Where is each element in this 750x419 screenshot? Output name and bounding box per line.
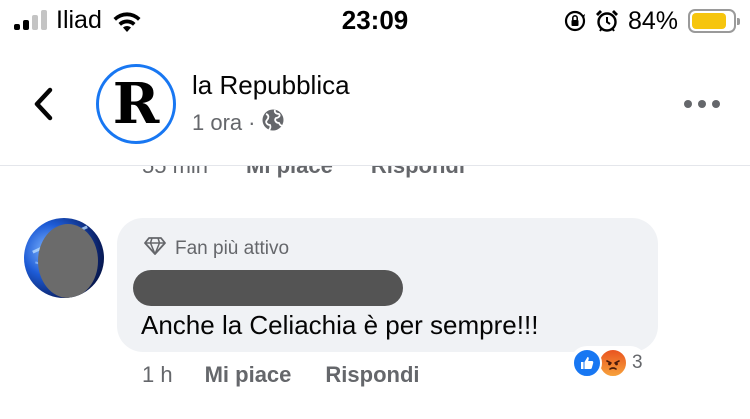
redacted-author-name (133, 270, 403, 306)
reaction-summary[interactable]: 3 (570, 346, 647, 380)
previous-comment-actions: 55 min Mi piace Rispondi (0, 166, 750, 182)
previous-reply-button[interactable]: Rispondi (371, 166, 465, 179)
comment-actions: 1 h Mi piace Rispondi (142, 362, 420, 388)
previous-like-button[interactable]: Mi piace (246, 166, 333, 179)
post-header: R la Repubblica 1 ora · (0, 42, 750, 166)
commenter-avatar[interactable] (24, 218, 104, 298)
angry-reaction-icon (598, 348, 628, 378)
page-avatar[interactable]: R (96, 64, 176, 144)
top-fan-badge: Fan più attivo (143, 236, 289, 262)
reply-button[interactable]: Rispondi (325, 362, 419, 388)
battery-percent: 84% (627, 6, 678, 35)
battery-fill (692, 13, 726, 29)
like-button[interactable]: Mi piace (205, 362, 292, 388)
reaction-count: 3 (632, 352, 643, 373)
globe-icon (261, 108, 285, 138)
previous-comment-time: 55 min (142, 166, 208, 179)
post-meta: 1 ora · (192, 108, 285, 138)
orientation-lock-icon (562, 8, 588, 34)
like-reaction-icon (572, 348, 602, 378)
comment-text: Anche la Celiachia è per sempre!!! (141, 310, 539, 340)
alarm-icon (594, 8, 620, 34)
badge-label: Fan più attivo (175, 238, 290, 259)
diamond-icon (143, 236, 167, 262)
post-time: 1 ora (192, 110, 243, 135)
battery-icon (688, 9, 740, 33)
back-chevron-icon[interactable] (26, 84, 62, 124)
page-logo-letter: R (102, 70, 170, 138)
status-bar: Iliad 23:09 84% (0, 0, 750, 42)
page-name[interactable]: la Repubblica (192, 70, 350, 101)
comment-bubble[interactable]: Fan più attivo Anche la Celiachia è per … (117, 218, 658, 352)
more-dots-icon[interactable] (684, 98, 720, 110)
meta-separator: · (248, 110, 256, 135)
comment-time: 1 h (142, 362, 173, 387)
